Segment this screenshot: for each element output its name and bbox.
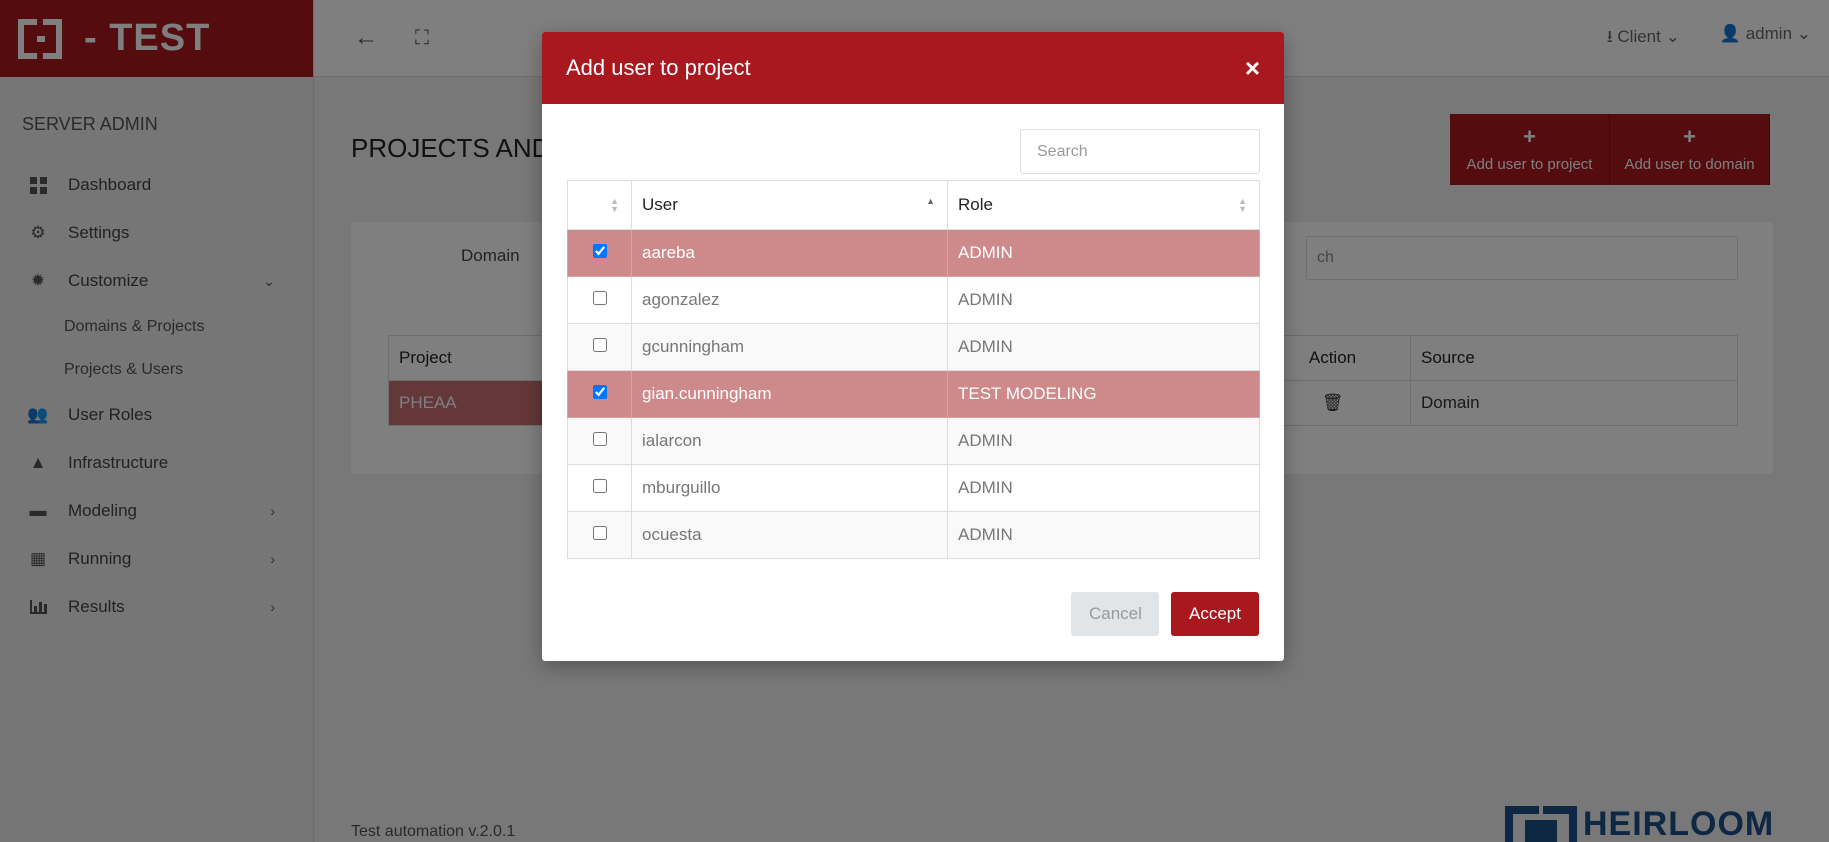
- modal-footer: Cancel Accept: [1071, 592, 1259, 636]
- row-checkbox[interactable]: [592, 244, 607, 258]
- table-row[interactable]: aareba ADMIN: [567, 229, 1260, 277]
- row-checkbox-cell: [567, 276, 632, 324]
- role-cell: ADMIN: [947, 417, 1260, 465]
- role-cell: ADMIN: [947, 229, 1260, 277]
- users-table: ▲ ▼ User ▲ Role ▲ ▼ aareba ADMIN agonzal…: [567, 180, 1260, 559]
- table-row[interactable]: agonzalez ADMIN: [567, 276, 1260, 324]
- close-icon[interactable]: ×: [1245, 55, 1260, 81]
- row-checkbox-cell: [567, 370, 632, 418]
- row-checkbox-cell: [567, 511, 632, 559]
- user-cell: gcunningham: [631, 323, 948, 371]
- modal-title: Add user to project: [566, 55, 751, 80]
- user-cell: gian.cunningham: [631, 370, 948, 418]
- cancel-button[interactable]: Cancel: [1071, 592, 1159, 636]
- column-user-label: User: [642, 195, 678, 214]
- row-checkbox-cell: [567, 323, 632, 371]
- row-checkbox[interactable]: [592, 432, 607, 446]
- add-user-to-project-modal: Add user to project × ▲▼ User ▲ Role ▲▼: [542, 32, 1284, 661]
- user-cell: aareba: [631, 229, 948, 277]
- modal-header: Add user to project ×: [542, 32, 1284, 104]
- table-row[interactable]: gcunningham ADMIN: [567, 323, 1260, 371]
- role-cell: ADMIN: [947, 323, 1260, 371]
- accept-button[interactable]: Accept: [1171, 592, 1259, 636]
- user-cell: agonzalez: [631, 276, 948, 324]
- sort-icon: ▲ ▼: [610, 196, 619, 214]
- table-row[interactable]: gian.cunningham TEST MODELING: [567, 370, 1260, 418]
- role-cell: ADMIN: [947, 511, 1260, 559]
- user-cell: mburguillo: [631, 464, 948, 512]
- row-checkbox-cell: [567, 229, 632, 277]
- row-checkbox-cell: [567, 464, 632, 512]
- table-row[interactable]: ialarcon ADMIN: [567, 417, 1260, 465]
- row-checkbox[interactable]: [592, 479, 607, 493]
- user-cell: ialarcon: [631, 417, 948, 465]
- row-checkbox-cell: [567, 417, 632, 465]
- row-checkbox[interactable]: [592, 338, 607, 352]
- row-checkbox[interactable]: [592, 385, 607, 399]
- table-row[interactable]: ocuesta ADMIN: [567, 511, 1260, 559]
- row-checkbox[interactable]: [592, 526, 607, 540]
- row-checkbox[interactable]: [592, 291, 607, 305]
- column-select[interactable]: ▲ ▼: [567, 180, 632, 230]
- role-cell: ADMIN: [947, 276, 1260, 324]
- role-cell: TEST MODELING: [947, 370, 1260, 418]
- sort-asc-icon: ▲: [926, 196, 935, 206]
- sort-icon: ▲ ▼: [1238, 196, 1247, 214]
- column-role-label: Role: [958, 195, 993, 214]
- column-role[interactable]: Role ▲ ▼: [947, 180, 1260, 230]
- table-row[interactable]: mburguillo ADMIN: [567, 464, 1260, 512]
- column-user[interactable]: User ▲: [631, 180, 948, 230]
- role-cell: ADMIN: [947, 464, 1260, 512]
- user-search-input[interactable]: [1020, 129, 1260, 174]
- user-cell: ocuesta: [631, 511, 948, 559]
